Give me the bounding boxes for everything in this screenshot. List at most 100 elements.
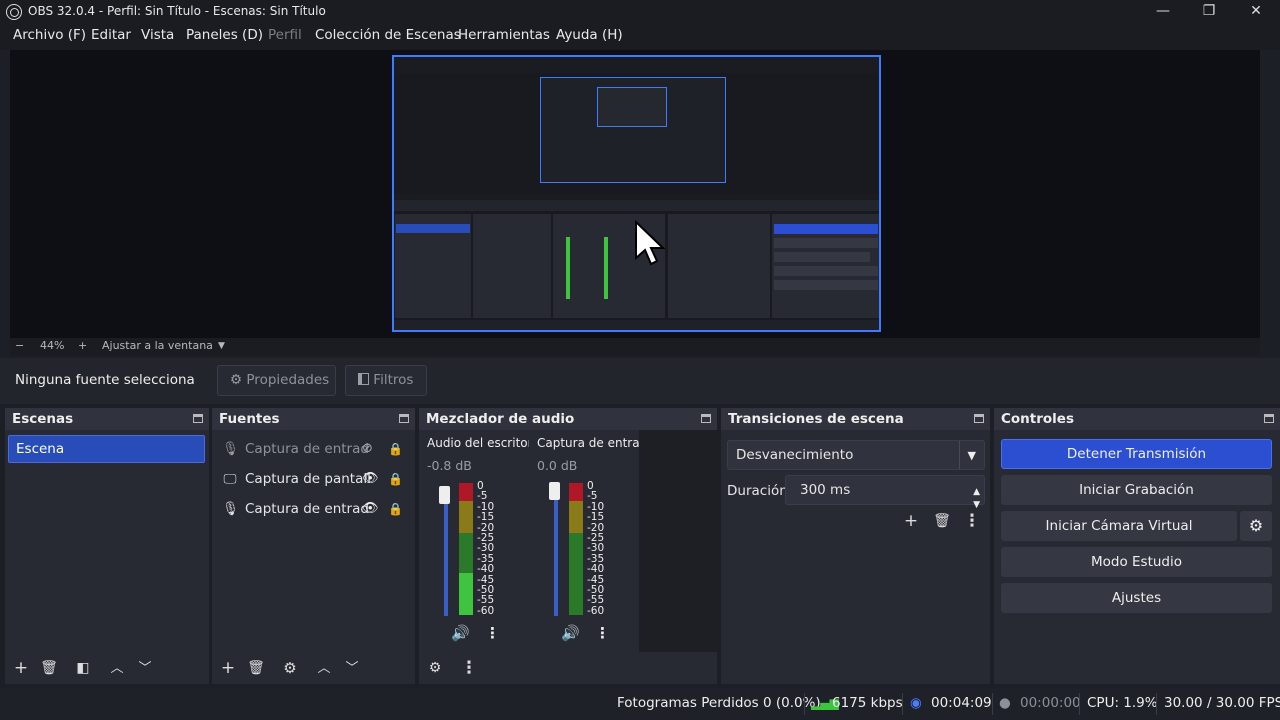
menu-coleccion-escenas[interactable]: Colección de Escenas bbox=[315, 27, 461, 43]
source-item[interactable]: 🎙 Captura de entrad 👁 🔒 bbox=[220, 496, 410, 522]
stream-time: 00:04:09 bbox=[931, 695, 992, 711]
close-button[interactable]: ✕ bbox=[1233, 0, 1279, 24]
remove-source-icon[interactable]: 🗑 bbox=[246, 659, 266, 679]
microphone-icon: 🎙 bbox=[222, 501, 240, 517]
meter-scale: 0 -5 -10 -15 -20 -25 -30 -35 -40 -45 -50 -55 -60 bbox=[477, 480, 495, 617]
zoom-out-button[interactable]: − bbox=[15, 339, 24, 352]
advanced-audio-icon[interactable]: ⚙ bbox=[425, 659, 445, 679]
add-source-icon[interactable]: + bbox=[218, 659, 238, 679]
sources-toolbar: + 🗑 ⚙ ︿ ﹀ bbox=[212, 654, 415, 684]
scene-filters-icon[interactable]: ◧ bbox=[73, 659, 93, 679]
eye-icon[interactable]: 👁 bbox=[362, 466, 379, 492]
sources-dock: Fuentes 🎙 Captura de entrad ⊘ 🔒 🖵 Captur… bbox=[212, 408, 415, 684]
microphone-icon: 🎙 bbox=[222, 441, 240, 457]
window-title: OBS 32.0.4 - Perfil: Sin Título - Escena… bbox=[28, 4, 326, 18]
filters-button[interactable]: Filtros bbox=[345, 365, 427, 396]
scenes-toolbar: + 🗑 ◧ ︿ ﹀ bbox=[5, 654, 209, 684]
move-up-icon[interactable]: ︿ bbox=[107, 659, 127, 679]
channel-name: Captura de entrada bbox=[537, 436, 639, 450]
add-transition-icon[interactable]: + bbox=[901, 512, 921, 532]
zoom-bar: − 44% + Ajustar a la ventana ▼ bbox=[10, 338, 1260, 356]
remove-scene-icon[interactable]: 🗑 bbox=[39, 659, 59, 679]
properties-button[interactable]: ⚙ Propiedades bbox=[217, 365, 336, 396]
minimize-button[interactable]: — bbox=[1140, 0, 1186, 24]
source-properties-icon[interactable]: ⚙ bbox=[280, 659, 300, 679]
properties-label: Propiedades bbox=[246, 372, 330, 388]
fps: 30.00 / 30.00 FPS bbox=[1164, 695, 1280, 711]
meter-scale: 0 -5 -10 -15 -20 -25 -30 -35 -40 -45 -50 -55 -60 bbox=[587, 480, 605, 617]
float-dock-icon[interactable] bbox=[1264, 414, 1274, 423]
studio-mode-button[interactable]: Modo Estudio bbox=[1001, 547, 1272, 577]
transition-selected-label: Desvanecimiento bbox=[736, 447, 854, 463]
float-dock-icon[interactable] bbox=[399, 414, 409, 423]
menu-bar: Archivo (F) Editar Vista Paneles (D) Per… bbox=[0, 24, 1280, 50]
settings-button[interactable]: Ajustes bbox=[1001, 583, 1272, 613]
zoom-fit-label[interactable]: Ajustar a la ventana bbox=[102, 339, 213, 352]
lock-icon[interactable]: 🔒 bbox=[388, 436, 403, 462]
start-recording-button[interactable]: Iniciar Grabación bbox=[1001, 475, 1272, 505]
mixer-channel: Audio del escritorio -0.8 dB 0-5-10-15-2… bbox=[421, 430, 529, 652]
gear-icon: ⚙ bbox=[230, 372, 243, 388]
float-dock-icon[interactable] bbox=[701, 414, 711, 423]
stop-streaming-button[interactable]: Detener Transmisión bbox=[1001, 439, 1272, 469]
volume-slider[interactable] bbox=[444, 486, 448, 616]
float-dock-icon[interactable] bbox=[193, 414, 203, 423]
speaker-icon[interactable]: 🔊 bbox=[451, 624, 470, 642]
bitrate: 6175 kbps bbox=[832, 695, 903, 711]
lock-icon[interactable]: 🔒 bbox=[388, 496, 403, 522]
source-item[interactable]: 🎙 Captura de entrad ⊘ 🔒 bbox=[220, 436, 410, 462]
eye-icon[interactable]: 👁 bbox=[362, 496, 379, 522]
filter-icon bbox=[358, 373, 369, 385]
lock-icon[interactable]: 🔒 bbox=[388, 466, 403, 492]
audio-meter bbox=[459, 483, 473, 615]
scene-item[interactable]: Escena bbox=[8, 435, 205, 463]
source-item[interactable]: 🖵 Captura de pantall 👁 🔒 bbox=[220, 466, 410, 492]
zoom-value: 44% bbox=[40, 339, 65, 352]
controls-title: Controles bbox=[1001, 411, 1074, 427]
maximize-button[interactable]: ❐ bbox=[1186, 0, 1232, 24]
zoom-dropdown-icon[interactable]: ▼ bbox=[218, 341, 225, 351]
monitor-icon: 🖵 bbox=[223, 471, 237, 487]
audio-meter bbox=[569, 483, 583, 615]
title-bar: OBS 32.0.4 - Perfil: Sin Título - Escena… bbox=[0, 0, 1280, 24]
transition-menu-icon[interactable]: ⋮ bbox=[962, 512, 982, 532]
menu-perfil[interactable]: Perfil bbox=[268, 27, 302, 43]
audio-mixer-title: Mezclador de audio bbox=[426, 411, 575, 427]
scenes-title: Escenas bbox=[12, 411, 74, 427]
scenes-dock: Escenas Escena + 🗑 ◧ ︿ ﹀ bbox=[5, 408, 209, 684]
controls-dock: Controles Detener Transmisión Iniciar Gr… bbox=[994, 408, 1280, 684]
menu-editar[interactable]: Editar bbox=[91, 27, 131, 43]
zoom-in-button[interactable]: + bbox=[78, 339, 87, 352]
virtual-camera-settings-icon[interactable]: ⚙ bbox=[1240, 511, 1272, 541]
move-down-icon[interactable]: ﹀ bbox=[342, 659, 362, 679]
preview-canvas[interactable] bbox=[10, 50, 1260, 338]
transitions-dock: Transiciones de escena Desvanecimiento ▼… bbox=[721, 408, 990, 684]
channel-db: -0.8 dB bbox=[427, 458, 472, 473]
transitions-title: Transiciones de escena bbox=[728, 411, 904, 427]
channel-menu-icon[interactable]: ⋮ bbox=[485, 624, 500, 642]
move-down-icon[interactable]: ﹀ bbox=[135, 659, 155, 679]
menu-paneles[interactable]: Paneles (D) bbox=[186, 27, 263, 43]
streaming-icon: ◉ bbox=[910, 695, 922, 711]
volume-slider[interactable] bbox=[554, 486, 558, 616]
menu-vista[interactable]: Vista bbox=[141, 27, 174, 43]
eye-hidden-icon[interactable]: ⊘ bbox=[362, 436, 373, 462]
start-virtual-camera-button[interactable]: Iniciar Cámara Virtual bbox=[1001, 511, 1237, 541]
channel-menu-icon[interactable]: ⋮ bbox=[595, 624, 610, 642]
cpu-usage: CPU: 1.9% bbox=[1087, 695, 1158, 711]
mixer-menu-icon[interactable]: ⋮ bbox=[459, 659, 479, 679]
add-scene-icon[interactable]: + bbox=[11, 659, 31, 679]
volume-slider-handle[interactable] bbox=[439, 486, 450, 504]
remove-transition-icon[interactable]: 🗑 bbox=[932, 512, 952, 532]
move-up-icon[interactable]: ︿ bbox=[314, 659, 334, 679]
status-bar: Fotogramas Perdidos 0 (0.0%) ▂▄▆ 6175 kb… bbox=[0, 688, 1280, 720]
speaker-icon[interactable]: 🔊 bbox=[561, 624, 580, 642]
duration-spinbox[interactable]: 300 ms ▲ ▼ bbox=[785, 475, 985, 510]
menu-ayuda[interactable]: Ayuda (H) bbox=[556, 27, 623, 43]
source-toolbar: Ninguna fuente selecciona ⚙ Propiedades … bbox=[0, 358, 1280, 404]
menu-herramientas[interactable]: Herramientas bbox=[458, 27, 550, 43]
menu-archivo[interactable]: Archivo (F) bbox=[13, 27, 86, 43]
volume-slider-handle[interactable] bbox=[549, 482, 560, 500]
float-dock-icon[interactable] bbox=[974, 414, 984, 423]
transition-select[interactable]: Desvanecimiento ▼ bbox=[727, 440, 985, 470]
